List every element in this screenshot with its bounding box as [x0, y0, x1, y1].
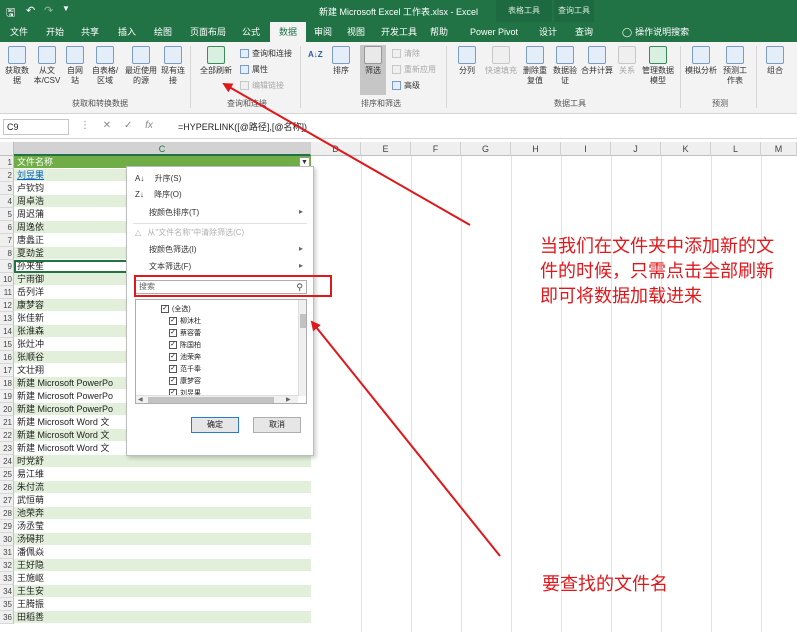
- arrow-to-refresh-all: [222, 83, 471, 226]
- annotation-search-note: 要查找的文件名: [542, 574, 668, 594]
- annotation-arrows: [222, 83, 501, 557]
- arrow-to-search-box: [310, 320, 501, 557]
- annotation-refresh-note: 当我们在文件夹中添加新的文件的时候，只需点击全部刷新即可将数据加载进来: [540, 236, 774, 306]
